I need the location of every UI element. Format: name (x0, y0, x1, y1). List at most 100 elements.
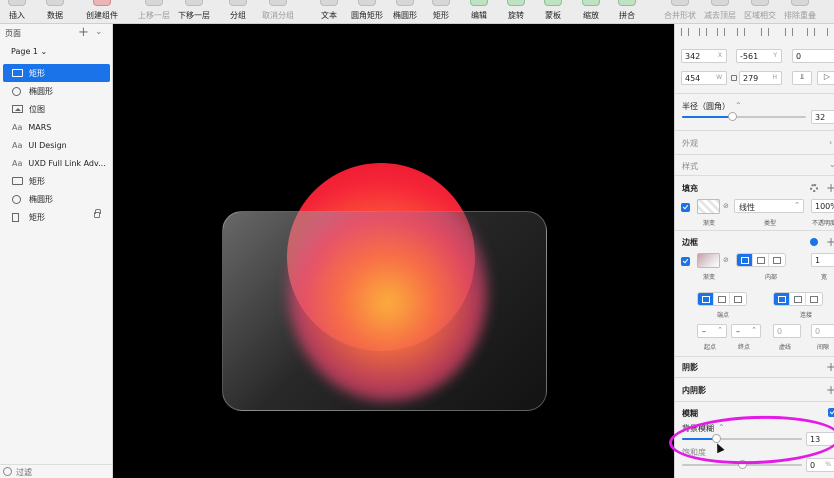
width-field[interactable]: 454 W (681, 71, 727, 85)
radius-slider[interactable] (682, 112, 806, 121)
union-button[interactable]: 合并形状 (660, 0, 700, 24)
align-bottom-icon[interactable] (807, 28, 815, 36)
fill-swatch[interactable] (697, 199, 720, 214)
frosted-glass-card[interactable] (222, 211, 547, 411)
add-inner-shadow-icon[interactable]: + (826, 384, 834, 396)
end-arrow-select[interactable]: – ⌃ (731, 324, 761, 338)
butt-end-option[interactable] (698, 293, 714, 305)
text-tool-button[interactable]: 文本 (314, 0, 344, 24)
mask-button[interactable]: 蒙板 (538, 0, 568, 24)
rotate-button[interactable]: 旋转 (501, 0, 531, 24)
y-field[interactable]: -561 Y (736, 49, 782, 63)
border-settings-icon[interactable] (810, 238, 818, 246)
add-fill-icon[interactable]: + (826, 182, 834, 194)
difference-button[interactable]: 排除重叠 (780, 0, 820, 24)
fill-type-select[interactable]: 线性 ⌃ (734, 199, 804, 213)
blur-type-stepper-icon[interactable]: ⌃ (718, 423, 725, 432)
border-center-option[interactable] (753, 254, 769, 266)
height-field[interactable]: 279 H (739, 71, 782, 85)
subtract-button[interactable]: 减去顶层 (700, 0, 740, 24)
layer-item[interactable]: 矩形 (0, 172, 113, 190)
blur-checkbox[interactable] (828, 408, 834, 417)
layer-item[interactable]: 椭圆形 (0, 82, 113, 100)
add-border-icon[interactable]: + (826, 236, 834, 248)
appearance-chevron-icon[interactable]: › (829, 138, 832, 147)
saturation-field[interactable]: 0 % (806, 458, 834, 472)
style-chevron-icon[interactable]: ⌄ (829, 160, 834, 169)
round-end-option[interactable] (714, 293, 730, 305)
create-component-button[interactable]: 创建组件 (82, 0, 122, 24)
fill-opacity-field[interactable]: 100% (811, 199, 834, 213)
background-blur-label[interactable]: 背景模糊 (682, 423, 714, 434)
round-join-option[interactable] (790, 293, 806, 305)
background-blur-field[interactable]: 13 (806, 432, 834, 446)
distribute-icon[interactable] (737, 28, 745, 36)
fill-settings-icon[interactable] (810, 184, 818, 192)
scale-button[interactable]: 缩放 (576, 0, 606, 24)
x-field[interactable]: 342 X (681, 49, 727, 63)
align-left-icon[interactable] (681, 28, 689, 36)
layer-item[interactable]: 椭圆形 (0, 190, 113, 208)
ungroup-button[interactable]: 取消分组 (258, 0, 298, 24)
fill-checkbox[interactable] (681, 203, 690, 212)
layer-item[interactable]: Aa MARS (0, 118, 113, 136)
background-blur-slider[interactable] (682, 434, 802, 443)
align-middle-icon[interactable] (785, 28, 793, 36)
gap-field[interactable]: 0 (811, 324, 834, 338)
layer-item[interactable]: Aa UI Design (0, 136, 113, 154)
layer-item[interactable]: 矩形 (0, 208, 113, 226)
saturation-slider-thumb[interactable] (738, 460, 747, 469)
bevel-join-option[interactable] (806, 293, 822, 305)
dash-field[interactable]: 0 (773, 324, 801, 338)
square-end-option[interactable] (730, 293, 746, 305)
edit-button[interactable]: 编辑 (464, 0, 494, 24)
add-page-icon[interactable]: + (78, 25, 89, 40)
rounded-rectangle-button[interactable]: 圆角矩形 (347, 0, 387, 24)
canvas[interactable] (113, 24, 674, 478)
filter-icon[interactable] (3, 467, 12, 476)
layer-item[interactable]: 矩形 (3, 64, 110, 82)
add-shadow-icon[interactable]: + (826, 361, 834, 373)
layer-item[interactable]: Aa UXD Full Link Adv... (0, 154, 113, 172)
radius-stepper-icon[interactable]: ⌃ (735, 101, 742, 110)
radius-field[interactable]: 32 (811, 110, 834, 124)
border-outside-option[interactable] (769, 254, 785, 266)
flip-horizontal-button[interactable]: ⫫ (792, 71, 812, 85)
border-swatch[interactable] (697, 253, 720, 268)
filter-label[interactable]: 过滤 (16, 467, 32, 478)
border-link-icon[interactable]: ⊘ (723, 256, 729, 264)
height-value: 279 (743, 74, 759, 83)
group-button[interactable]: 分组 (222, 0, 254, 24)
distribute-vertical-icon[interactable] (827, 28, 834, 36)
border-width-field[interactable]: 1 (811, 253, 834, 267)
bring-forward-button[interactable]: 上移一层 (134, 0, 174, 24)
page-selector[interactable]: Page 1 ⌄ (11, 47, 47, 56)
oval-button[interactable]: 椭圆形 (389, 0, 421, 24)
border-position-segmented[interactable] (736, 253, 786, 267)
align-top-icon[interactable] (761, 28, 769, 36)
rectangle-button[interactable]: 矩形 (426, 0, 456, 24)
appearance-label[interactable]: 外观 (682, 138, 698, 149)
rotation-field[interactable]: 0 (792, 49, 834, 63)
saturation-slider[interactable] (682, 460, 802, 469)
collapse-chevron-icon[interactable]: ⌄ (95, 27, 103, 37)
line-ends-segmented[interactable] (697, 292, 747, 306)
radius-slider-thumb[interactable] (728, 112, 737, 121)
align-center-icon[interactable] (699, 28, 707, 36)
layer-item[interactable]: 位图 (0, 100, 113, 118)
border-checkbox[interactable] (681, 257, 690, 266)
align-right-icon[interactable] (717, 28, 725, 36)
border-inside-option[interactable] (737, 254, 753, 266)
intersect-button[interactable]: 区域相交 (740, 0, 780, 24)
lock-ratio-icon[interactable] (731, 75, 737, 81)
flatten-button[interactable]: 拼合 (612, 0, 642, 24)
insert-button[interactable]: 插入 (2, 0, 32, 24)
start-arrow-select[interactable]: – ⌃ (697, 324, 727, 338)
miter-join-option[interactable] (774, 293, 790, 305)
flip-vertical-button[interactable]: ▷ (817, 71, 834, 85)
fill-link-icon[interactable]: ⊘ (723, 202, 729, 210)
send-backward-button[interactable]: 下移一层 (174, 0, 214, 24)
data-button[interactable]: 数据 (40, 0, 70, 24)
line-joins-segmented[interactable] (773, 292, 823, 306)
lock-icon[interactable] (94, 209, 101, 218)
